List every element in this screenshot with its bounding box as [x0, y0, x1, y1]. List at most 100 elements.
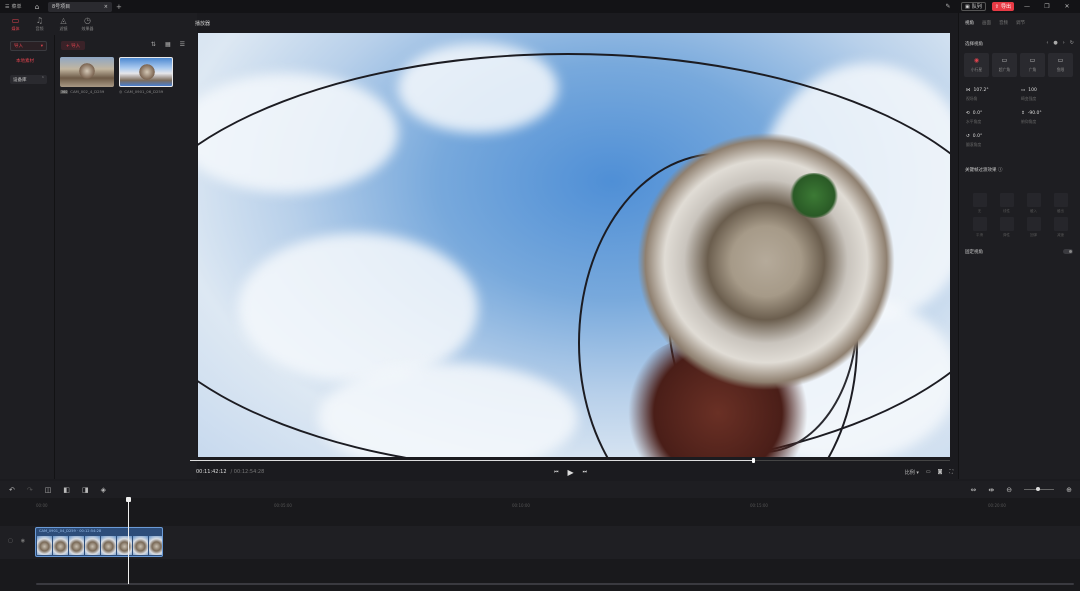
snapshot-icon[interactable]: ◙ [938, 469, 943, 475]
keyframe-option[interactable]: 线性 [993, 193, 1020, 214]
ruler-label: 00:20:00 [988, 503, 1006, 508]
param-roll[interactable]: ↺ 0.0° 翻滚角度 [966, 134, 982, 148]
keyframe-option[interactable]: 平滑 [966, 217, 993, 238]
tab-picture[interactable]: 画面 [982, 20, 991, 26]
timeline-edit-tools: ↶ ↷ ◫ ◧ ◨ ◈ [9, 486, 106, 494]
view-fisheye[interactable]: ▭ 鱼眼 [1048, 53, 1073, 77]
time-ruler[interactable]: 00:00 00:05:00 00:10:00 00:15:00 00:20:0… [36, 498, 1076, 510]
media-thumbnail-selected[interactable] [119, 57, 173, 87]
chevron-left-icon[interactable]: ‹ [1046, 40, 1048, 46]
keyframe-option[interactable]: 减速 [1047, 217, 1074, 238]
sort-icon[interactable]: ⇅ [151, 41, 156, 48]
list-view-icon[interactable]: ☰ [180, 41, 185, 48]
playback-progress[interactable] [190, 458, 950, 463]
import-dropdown[interactable]: 导入 ▾ [10, 41, 47, 51]
snap-icon[interactable]: ⇔ [971, 486, 977, 494]
keyframe-option[interactable]: 缓出 [1047, 193, 1074, 214]
close-tab-icon[interactable]: × [104, 4, 108, 10]
ratio-dropdown[interactable]: 比例 ▾ [905, 469, 919, 476]
param-distortion[interactable]: ▭ 100 畸变强度 [1021, 88, 1037, 102]
keyframe-option[interactable]: 缓入 [1020, 193, 1047, 214]
zoom-slider[interactable] [1024, 487, 1055, 491]
param-value: 0.0° [972, 134, 983, 139]
fullscreen-icon[interactable]: ⛶ [949, 469, 953, 475]
lock-icon[interactable]: ▢ [8, 538, 13, 544]
minimize-icon[interactable]: — [1020, 3, 1034, 10]
keyframe-option[interactable]: 弹性 [993, 217, 1020, 238]
redo-icon[interactable]: ↷ [27, 486, 33, 494]
music-icon: ♫ [35, 15, 44, 25]
trim-left-icon[interactable]: ◧ [63, 486, 70, 494]
view-ultra-wide[interactable]: ▭ 超广角 [992, 53, 1017, 77]
next-frame-icon[interactable]: ⏭ [583, 469, 588, 475]
ruler-label: 00:15:00 [750, 503, 768, 508]
export-button[interactable]: ⇪ 导出 [991, 2, 1014, 11]
queue-button[interactable]: ▣ 队列 [961, 2, 986, 11]
local-media-item[interactable]: 本地素材 [10, 58, 34, 64]
compare-icon[interactable]: ▭ [926, 469, 931, 475]
media-import-button[interactable]: + 导入 [61, 41, 85, 50]
param-value: 100 [1028, 88, 1037, 93]
eye-icon[interactable]: ◉ [21, 538, 25, 544]
param-tilt[interactable]: ⇕ -90.0° 俯仰角度 [1021, 111, 1042, 125]
chevron-up-icon: ˄ [41, 77, 44, 82]
keyframe-option[interactable]: 无 [966, 193, 993, 214]
fixed-view-toggle[interactable] [1063, 249, 1073, 254]
tool-effects[interactable]: ◷ 效果器 [78, 14, 97, 34]
ruler-label: 00:10:00 [512, 503, 530, 508]
param-fov[interactable]: ⋈ 107.2° 视场角 [966, 88, 989, 102]
add-tab-icon[interactable]: + [116, 3, 122, 11]
split-icon[interactable]: ◫ [45, 486, 52, 494]
grid-view-icon[interactable]: ▦ [165, 41, 171, 48]
param-label: 俯仰角度 [1021, 119, 1037, 124]
little-planet [631, 121, 901, 391]
properties-tabs: 视角 画面 音频 调节 [959, 13, 1080, 26]
clip-frame [133, 536, 148, 555]
keyframe-label: 缓出 [1057, 209, 1064, 213]
previous-frame-icon[interactable]: ⏮ [554, 469, 559, 475]
tab-adjust[interactable]: 调节 [1016, 20, 1025, 26]
timeline-scrollbar[interactable] [36, 583, 1074, 585]
keyframe-icon[interactable]: ◈ [101, 486, 106, 494]
param-label: 视场角 [966, 96, 978, 101]
playhead[interactable] [126, 497, 131, 584]
export-label: 导出 [1000, 4, 1011, 10]
close-window-icon[interactable]: ✕ [1060, 3, 1074, 10]
tab-audio[interactable]: 音频 [999, 20, 1008, 26]
chevron-right-icon[interactable]: › [1063, 40, 1065, 46]
keyframe-option[interactable]: 回弹 [1020, 217, 1047, 238]
trim-right-icon[interactable]: ◨ [82, 486, 89, 494]
zoom-out-icon[interactable]: ⊖ [1006, 486, 1012, 494]
media-thumbnail[interactable] [60, 57, 114, 87]
badge-360: 360 [60, 89, 69, 94]
param-pan[interactable]: ⟲ 0.0° 水平角度 [966, 111, 982, 125]
total-time: / 00:12:54:28 [230, 469, 265, 475]
zoom-in-icon[interactable]: ⊕ [1066, 486, 1072, 494]
video-clip[interactable]: CAM_0901_04_D259 · 00:12:54:28 [35, 527, 163, 557]
media-source-nav: 导入 ▾ 本地素材 设备库 ˄ [0, 35, 55, 479]
play-icon[interactable]: ▶ [568, 468, 574, 477]
tab-view[interactable]: 视角 [965, 20, 974, 26]
tool-audio[interactable]: ♫ 音频 [30, 14, 49, 34]
keyframe-label: 缓入 [1030, 209, 1037, 213]
progress-handle[interactable] [752, 458, 755, 463]
project-tab[interactable]: 8号项目 × [48, 1, 112, 12]
menu-button[interactable]: ☰ 菜单 [0, 3, 30, 11]
video-preview[interactable] [198, 33, 950, 457]
home-icon[interactable]: ⌂ [32, 2, 42, 12]
keyframe-label: 线性 [1003, 209, 1010, 213]
view-little-planet[interactable]: ◉ 小行星 [964, 53, 989, 77]
notes-icon[interactable]: ✎ [941, 3, 955, 10]
reset-icon[interactable]: ↻ [1070, 40, 1074, 46]
tool-media[interactable]: ▭ 媒体 [6, 14, 25, 34]
clip-frame [117, 536, 132, 555]
link-icon[interactable]: ⇹ [988, 486, 994, 494]
import-dropdown-label: 导入 [14, 44, 23, 49]
info-icon[interactable]: ⓘ [998, 168, 1003, 173]
tool-filter[interactable]: ◬ 滤镜 [54, 14, 73, 34]
device-library-item[interactable]: 设备库 ˄ [10, 75, 47, 84]
tilt-icon: ⇕ [1021, 111, 1025, 116]
view-wide[interactable]: ▭ 广角 [1020, 53, 1045, 77]
restore-icon[interactable]: ❐ [1040, 3, 1054, 10]
undo-icon[interactable]: ↶ [9, 486, 15, 494]
